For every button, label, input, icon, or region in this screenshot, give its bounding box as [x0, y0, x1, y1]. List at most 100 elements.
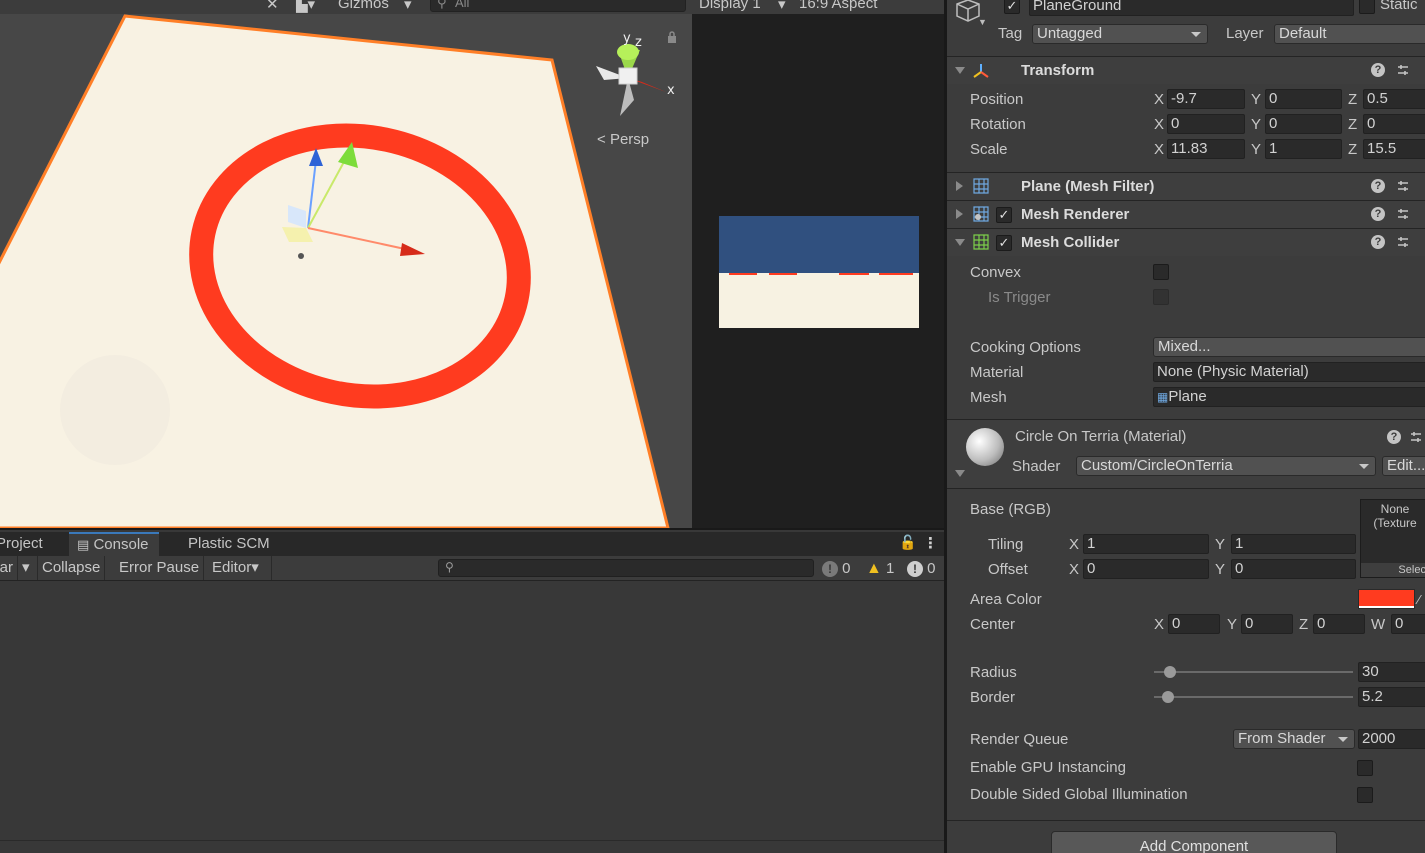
console-detail-divider[interactable] [0, 840, 944, 841]
warning-count-toggle[interactable]: ▲ 1 [866, 559, 894, 579]
lock-icon[interactable] [667, 31, 677, 43]
error-count-toggle[interactable]: ! 0 [907, 559, 936, 579]
game-ring-segment [879, 273, 913, 275]
render-queue-field[interactable]: 2000 [1358, 729, 1425, 749]
mesh-renderer-enabled-checkbox[interactable]: ✓ [996, 207, 1012, 223]
position-z-field[interactable]: 0.5 [1363, 89, 1425, 109]
settings-icon[interactable] [1396, 63, 1410, 77]
help-icon[interactable]: ? [1387, 430, 1401, 444]
rotation-y-field[interactable]: 0 [1265, 114, 1342, 134]
object-name-field[interactable]: PlaneGround [1029, 0, 1354, 16]
center-z-field[interactable]: 0 [1313, 614, 1365, 634]
orientation-gizmo[interactable]: y z x [596, 31, 675, 116]
help-icon[interactable]: ? [1371, 207, 1385, 221]
clear-button[interactable]: Clear [0, 556, 18, 580]
position-x-field[interactable]: -9.7 [1167, 89, 1245, 109]
tag-dropdown[interactable]: Untagged [1032, 24, 1208, 44]
tiling-y-field[interactable]: 1 [1231, 534, 1356, 554]
layer-dropdown[interactable]: Default [1274, 24, 1425, 44]
scale-y-field[interactable]: 1 [1265, 139, 1342, 159]
scene-view[interactable]: y z x ✕ ▙▾ Gizmos ▾ ⚲ All < Persp [0, 0, 692, 528]
mesh-collider-enabled-checkbox[interactable]: ✓ [996, 235, 1012, 251]
gpu-instancing-checkbox[interactable] [1357, 760, 1373, 776]
tools-icon[interactable]: ✕ [266, 0, 279, 13]
rotation-x-field[interactable]: 0 [1167, 114, 1245, 134]
help-icon[interactable]: ? [1371, 235, 1385, 249]
mesh-collider-header[interactable]: ✓ Mesh Collider ? [947, 228, 1425, 256]
inspector-panel: ▼ ✓ PlaneGround Static Tag Untagged Laye… [947, 0, 1425, 853]
settings-icon[interactable] [1396, 235, 1410, 249]
center-y-field[interactable]: 0 [1241, 614, 1293, 634]
transform-header[interactable]: Transform ? [947, 56, 1425, 84]
radius-slider-handle[interactable] [1164, 666, 1176, 678]
more-options-icon[interactable]: ⋮ [923, 534, 938, 552]
settings-icon[interactable] [1396, 207, 1410, 221]
collapse-button[interactable]: Collapse [38, 556, 106, 580]
cooking-options-dropdown[interactable]: Mixed... [1153, 337, 1425, 357]
static-checkbox[interactable] [1359, 0, 1375, 14]
foldout-open-icon[interactable] [955, 470, 965, 477]
warning-icon: ▲ [866, 560, 882, 577]
gizmos-button[interactable]: Gizmos [338, 0, 389, 12]
radius-field[interactable]: 30 [1358, 662, 1425, 682]
mesh-field[interactable]: ▦Plane [1153, 387, 1425, 407]
console-search-input[interactable]: ⚲ [438, 559, 814, 577]
border-field[interactable]: 5.2 [1358, 687, 1425, 707]
editor-dropdown[interactable]: Editor▾ [208, 556, 272, 580]
tiling-x-field[interactable]: 1 [1083, 534, 1209, 554]
shader-edit-button[interactable]: Edit... [1382, 456, 1425, 476]
help-icon[interactable]: ? [1371, 63, 1385, 77]
settings-icon[interactable] [1409, 430, 1423, 444]
scene-canvas[interactable]: y z x [0, 0, 692, 528]
material-header[interactable]: Circle On Terria (Material) ? Shader Cus… [947, 419, 1425, 489]
message-count-toggle[interactable]: ! 0 [822, 559, 851, 579]
scene-search-input[interactable]: ⚲ All [430, 0, 686, 12]
mesh-filter-header[interactable]: Plane (Mesh Filter) ? [947, 172, 1425, 200]
mesh-renderer-header[interactable]: ✓ Mesh Renderer ? [947, 200, 1425, 228]
center-w-field[interactable]: 0 [1391, 614, 1425, 634]
display-dropdown-icon[interactable]: ▾ [778, 0, 786, 13]
scale-z-field[interactable]: 15.5 [1363, 139, 1425, 159]
help-icon[interactable]: ? [1371, 179, 1385, 193]
game-view[interactable]: Display 1 ▾ 16:9 Aspect [692, 0, 944, 528]
icon-dropdown-icon[interactable]: ▼ [978, 17, 987, 27]
perspective-toggle[interactable]: < Persp [597, 131, 649, 148]
rotation-z-field[interactable]: 0 [1363, 114, 1425, 134]
foldout-open-icon[interactable] [955, 239, 965, 246]
display-dropdown[interactable]: Display 1 [699, 0, 761, 12]
lock-icon[interactable]: 🔓 [899, 534, 916, 551]
texture-select-button[interactable]: Select [1361, 563, 1425, 577]
area-color-swatch[interactable] [1358, 589, 1415, 609]
position-y-field[interactable]: 0 [1265, 89, 1342, 109]
center-x-field[interactable]: 0 [1168, 614, 1220, 634]
border-slider-handle[interactable] [1162, 691, 1174, 703]
physic-material-field[interactable]: None (Physic Material) [1153, 362, 1425, 382]
foldout-closed-icon[interactable] [956, 181, 963, 191]
double-sided-gi-checkbox[interactable] [1357, 787, 1373, 803]
offset-y-field[interactable]: 0 [1231, 559, 1356, 579]
console-log-list[interactable] [0, 582, 944, 853]
border-slider-track[interactable] [1154, 696, 1353, 698]
foldout-open-icon[interactable] [955, 67, 965, 74]
camera-icon[interactable]: ▙▾ [296, 0, 315, 13]
gizmos-dropdown-icon[interactable]: ▾ [404, 0, 412, 13]
base-texture-slot[interactable]: None (Texture Select [1360, 499, 1425, 578]
radius-slider-track[interactable] [1154, 671, 1353, 673]
aspect-dropdown[interactable]: 16:9 Aspect [799, 0, 877, 12]
settings-icon[interactable] [1396, 179, 1410, 193]
tab-project[interactable]: Project [0, 532, 53, 556]
eyedropper-icon[interactable]: ⁄ [1418, 592, 1420, 607]
tab-plastic-scm[interactable]: Plastic SCM [178, 532, 280, 556]
clear-dropdown-icon[interactable]: ▾ [18, 556, 38, 580]
add-component-button[interactable]: Add Component [1051, 831, 1337, 853]
foldout-closed-icon[interactable] [956, 209, 963, 219]
convex-checkbox[interactable] [1153, 264, 1169, 280]
offset-x-field[interactable]: 0 [1083, 559, 1209, 579]
render-queue-mode-dropdown[interactable]: From Shader [1233, 729, 1355, 749]
render-queue-label: Render Queue [970, 731, 1069, 748]
error-pause-button[interactable]: Error Pause [115, 556, 205, 580]
shader-dropdown[interactable]: Custom/CircleOnTerria [1076, 456, 1376, 476]
scale-x-field[interactable]: 11.83 [1167, 139, 1245, 159]
active-checkbox[interactable]: ✓ [1004, 0, 1020, 14]
tab-console[interactable]: ▤ Console [69, 532, 159, 556]
